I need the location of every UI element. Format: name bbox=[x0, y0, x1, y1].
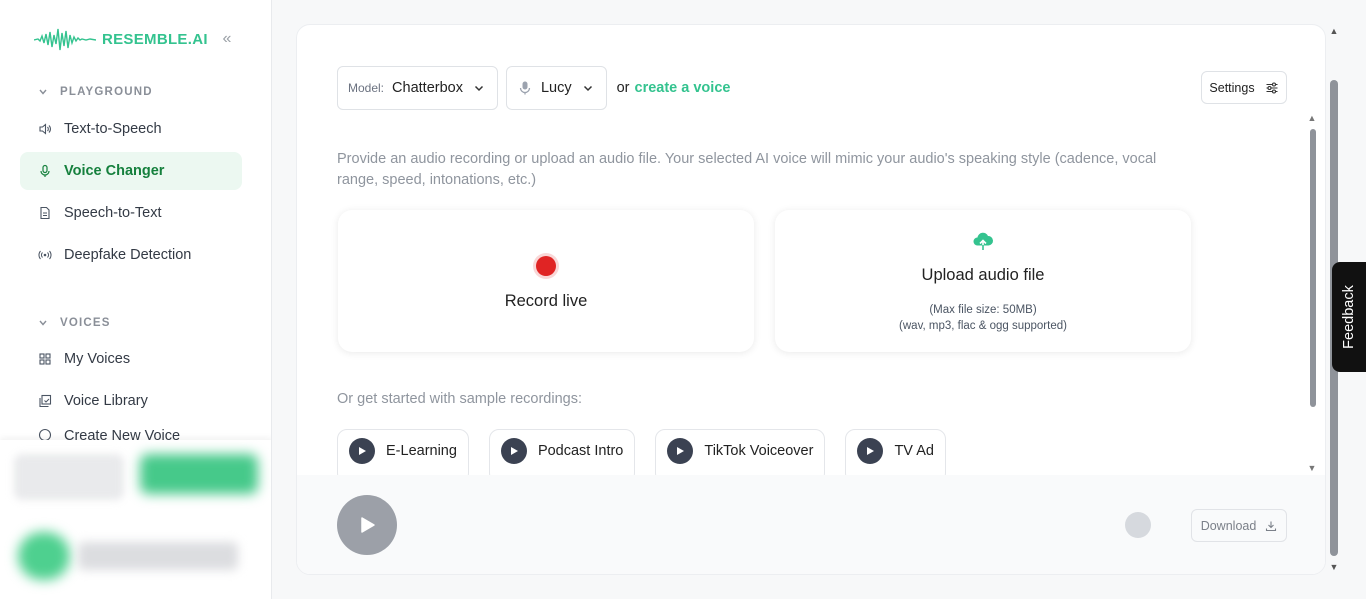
upload-audio-card[interactable]: Upload audio file (Max file size: 50MB) … bbox=[775, 210, 1191, 352]
scroll-down-arrow-icon[interactable]: ▼ bbox=[1329, 562, 1339, 572]
sidebar-item-text-to-speech[interactable]: Text-to-Speech bbox=[20, 110, 242, 148]
play-icon bbox=[500, 438, 527, 464]
blurred-upgrade-button[interactable] bbox=[140, 454, 258, 494]
upload-formats-note: (wav, mp3, flac & ogg supported) bbox=[899, 320, 1067, 332]
record-live-card[interactable]: Record live bbox=[338, 210, 754, 352]
create-voice-link[interactable]: create a voice bbox=[635, 80, 731, 96]
or-text: or bbox=[616, 80, 630, 96]
play-icon bbox=[667, 438, 694, 464]
waveform-logo-icon bbox=[34, 28, 96, 51]
download-button[interactable]: Download bbox=[1191, 509, 1287, 542]
sidebar: RESEMBLE.AI « PLAYGROUND Text-to-Speech … bbox=[0, 0, 272, 599]
section-title: VOICES bbox=[60, 317, 111, 329]
sidebar-item-deepfake-detection[interactable]: Deepfake Detection bbox=[20, 236, 242, 274]
record-live-label: Record live bbox=[504, 292, 588, 310]
scroll-thumb[interactable] bbox=[1310, 129, 1316, 407]
sidebar-item-label: Voice Changer bbox=[64, 163, 165, 179]
blurred-user-name bbox=[78, 542, 238, 570]
sidebar-item-speech-to-text[interactable]: Speech-to-Text bbox=[20, 194, 242, 232]
scroll-down-arrow-icon[interactable]: ▼ bbox=[1307, 463, 1317, 473]
scroll-up-arrow-icon[interactable]: ▲ bbox=[1329, 26, 1339, 36]
toolbar: Model: Chatterbox Lucy or create a voice bbox=[337, 66, 730, 110]
voice-value: Lucy bbox=[540, 80, 572, 96]
download-label: Download bbox=[1200, 518, 1257, 533]
download-icon bbox=[1266, 521, 1277, 531]
voice-changer-panel: Model: Chatterbox Lucy or create a voice… bbox=[296, 24, 1326, 575]
player-play-button[interactable] bbox=[337, 495, 397, 555]
model-select[interactable]: Model: Chatterbox bbox=[337, 66, 498, 110]
voice-select[interactable]: Lucy bbox=[505, 66, 607, 110]
sample-label: TV Ad bbox=[894, 443, 934, 459]
feedback-tab[interactable]: Feedback bbox=[1332, 262, 1366, 372]
plus-circle-icon bbox=[38, 428, 52, 440]
sliders-icon bbox=[1266, 81, 1278, 94]
blurred-usage-info bbox=[14, 454, 124, 500]
settings-label: Settings bbox=[1209, 80, 1255, 95]
sidebar-item-voice-library[interactable]: Voice Library bbox=[20, 382, 242, 420]
content-scrollbar[interactable]: ▲ ▼ bbox=[1307, 113, 1317, 475]
settings-button[interactable]: Settings bbox=[1201, 71, 1287, 104]
cloud-upload-icon bbox=[973, 232, 994, 250]
play-icon bbox=[361, 517, 375, 533]
avatar[interactable] bbox=[18, 532, 70, 580]
samples-heading: Or get started with sample recordings: bbox=[337, 391, 582, 407]
sample-label: Podcast Intro bbox=[537, 443, 624, 459]
loading-indicator-icon bbox=[1125, 512, 1151, 538]
scroll-up-arrow-icon[interactable]: ▲ bbox=[1307, 113, 1317, 123]
sample-label: E-Learning bbox=[386, 443, 457, 459]
account-panel bbox=[0, 440, 271, 599]
feedback-label: Feedback bbox=[1341, 285, 1357, 349]
chevron-down-icon bbox=[583, 85, 592, 92]
sidebar-item-label: Text-to-Speech bbox=[64, 121, 162, 137]
chevron-down-icon bbox=[39, 320, 47, 326]
document-icon bbox=[38, 206, 52, 220]
chevron-down-icon bbox=[39, 89, 47, 95]
microphone-icon bbox=[519, 81, 531, 95]
section-voices[interactable]: VOICES bbox=[38, 317, 111, 329]
sidebar-item-my-voices[interactable]: My Voices bbox=[20, 340, 242, 378]
sample-label: TikTok Voiceover bbox=[704, 443, 814, 459]
play-icon bbox=[857, 438, 884, 464]
sidebar-item-label: Voice Library bbox=[64, 393, 148, 409]
sidebar-item-label: Deepfake Detection bbox=[64, 247, 192, 263]
play-icon bbox=[349, 438, 375, 464]
upload-size-note: (Max file size: 50MB) bbox=[929, 304, 1037, 316]
sidebar-item-label: Speech-to-Text bbox=[64, 205, 162, 221]
microphone-icon bbox=[38, 164, 52, 178]
speaker-icon bbox=[38, 122, 52, 136]
sidebar-item-create-new-voice[interactable]: Create New Voice bbox=[20, 428, 242, 440]
sidebar-item-label: My Voices bbox=[64, 351, 131, 367]
brand-name: RESEMBLE.AI bbox=[102, 30, 208, 48]
grid-icon bbox=[38, 352, 52, 366]
chevron-down-icon bbox=[474, 85, 483, 92]
upload-audio-label: Upload audio file bbox=[921, 266, 1045, 284]
model-label: Model: bbox=[348, 81, 385, 95]
section-title: PLAYGROUND bbox=[60, 86, 153, 98]
instructions-text: Provide an audio recording or upload an … bbox=[337, 151, 1157, 188]
broadcast-icon bbox=[38, 248, 52, 262]
sidebar-item-voice-changer[interactable]: Voice Changer bbox=[20, 152, 242, 190]
sidebar-item-label: Create New Voice bbox=[64, 428, 181, 440]
brand-logo[interactable]: RESEMBLE.AI bbox=[34, 26, 208, 52]
audio-player-bar: Download bbox=[297, 475, 1325, 574]
record-dot-icon bbox=[536, 256, 556, 276]
section-playground[interactable]: PLAYGROUND bbox=[38, 86, 153, 98]
model-value: Chatterbox bbox=[392, 80, 463, 96]
library-icon bbox=[38, 394, 52, 408]
collapse-sidebar-icon[interactable]: « bbox=[218, 30, 236, 48]
